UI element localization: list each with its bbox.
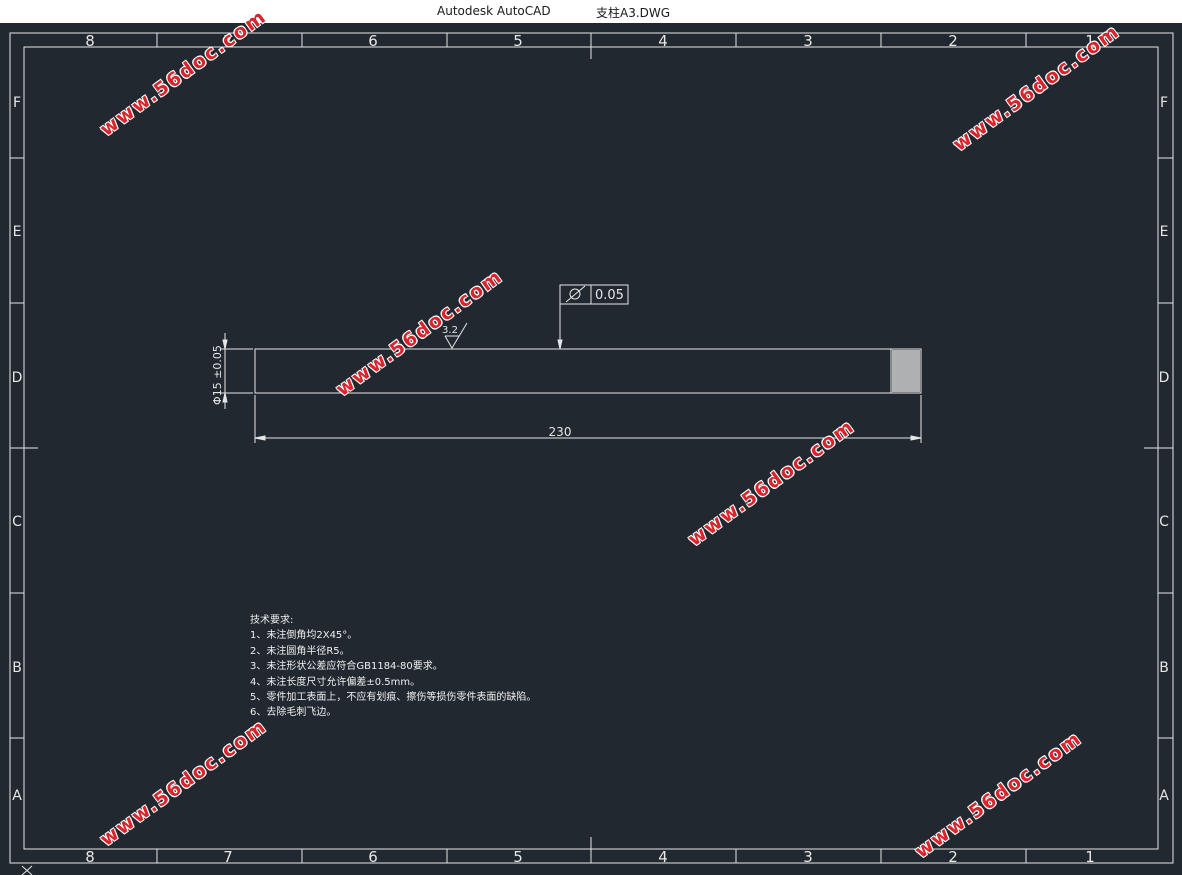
row-label-right: B xyxy=(1159,660,1169,676)
column-label-bottom: 2 xyxy=(948,848,958,866)
file-name: 支柱A3.DWG xyxy=(596,6,671,20)
note-line: 1、未注倒角均2X45°。 xyxy=(250,630,358,642)
column-label-bottom: 7 xyxy=(223,848,233,866)
column-label-bottom: 1 xyxy=(1085,848,1095,866)
column-label-bottom: 4 xyxy=(658,848,668,866)
note-line: 3、未注形状公差应符合GB1184-80要求。 xyxy=(250,661,443,673)
shaft-end-hatch xyxy=(892,350,920,392)
row-label-left: C xyxy=(12,514,22,530)
column-label-bottom: 8 xyxy=(85,848,95,866)
drawing-canvas[interactable]: 8 7 6 5 4 3 2 1 8 7 6 5 4 3 2 1 F E D C … xyxy=(0,5,1182,875)
row-label-left: E xyxy=(13,224,22,240)
column-label-top: 3 xyxy=(803,32,813,50)
column-label-top: 4 xyxy=(658,32,668,50)
note-line: 6、去除毛刺飞边。 xyxy=(250,707,337,719)
ucs-icon xyxy=(21,865,33,875)
row-label-right: E xyxy=(1160,224,1169,240)
drawing-svg: 8 7 6 5 4 3 2 1 8 7 6 5 4 3 2 1 F E D C … xyxy=(9,32,1174,875)
row-label-left: D xyxy=(12,370,23,386)
column-label-top: 6 xyxy=(368,32,378,50)
row-label-left: F xyxy=(13,95,21,111)
tolerance-value: 0.05 xyxy=(595,288,624,303)
row-ticks xyxy=(10,157,1173,739)
row-label-right: C xyxy=(1159,514,1169,530)
column-label-top: 8 xyxy=(85,32,95,50)
row-label-left: B xyxy=(12,660,22,676)
column-label-bottom: 5 xyxy=(513,848,523,866)
note-line: 2、未注圆角半径R5。 xyxy=(250,645,350,657)
column-label-top: 2 xyxy=(948,32,958,50)
diameter-dimension-text: Φ15 ±0.05 xyxy=(211,345,224,405)
diameter-dimension[interactable] xyxy=(220,333,253,409)
technical-requirements: 技术要求: 1、未注倒角均2X45°。 2、未注圆角半径R5。 3、未注形状公差… xyxy=(250,613,536,721)
row-label-right: D xyxy=(1159,370,1170,386)
column-ticks xyxy=(156,33,1027,863)
column-label-bottom: 3 xyxy=(803,848,813,866)
inner-border xyxy=(23,46,1159,850)
row-label-right: F xyxy=(1160,95,1168,111)
notes-title: 技术要求: xyxy=(250,615,294,626)
row-label-left: A xyxy=(12,788,22,804)
note-line: 4、未注长度尺寸允许偏差±0.5mm。 xyxy=(250,676,421,688)
app-title: Autodesk AutoCAD xyxy=(437,4,551,18)
column-label-bottom: 6 xyxy=(368,848,378,866)
title-bar: Autodesk AutoCAD 支柱A3.DWG xyxy=(0,0,1182,23)
column-label-top: 5 xyxy=(513,32,523,50)
length-dimension-text: 230 xyxy=(549,425,572,439)
outer-border xyxy=(9,32,1174,864)
note-line: 5、零件加工表面上，不应有划痕、擦伤等损伤零件表面的缺陷。 xyxy=(250,692,537,704)
row-label-right: A xyxy=(1159,788,1169,804)
